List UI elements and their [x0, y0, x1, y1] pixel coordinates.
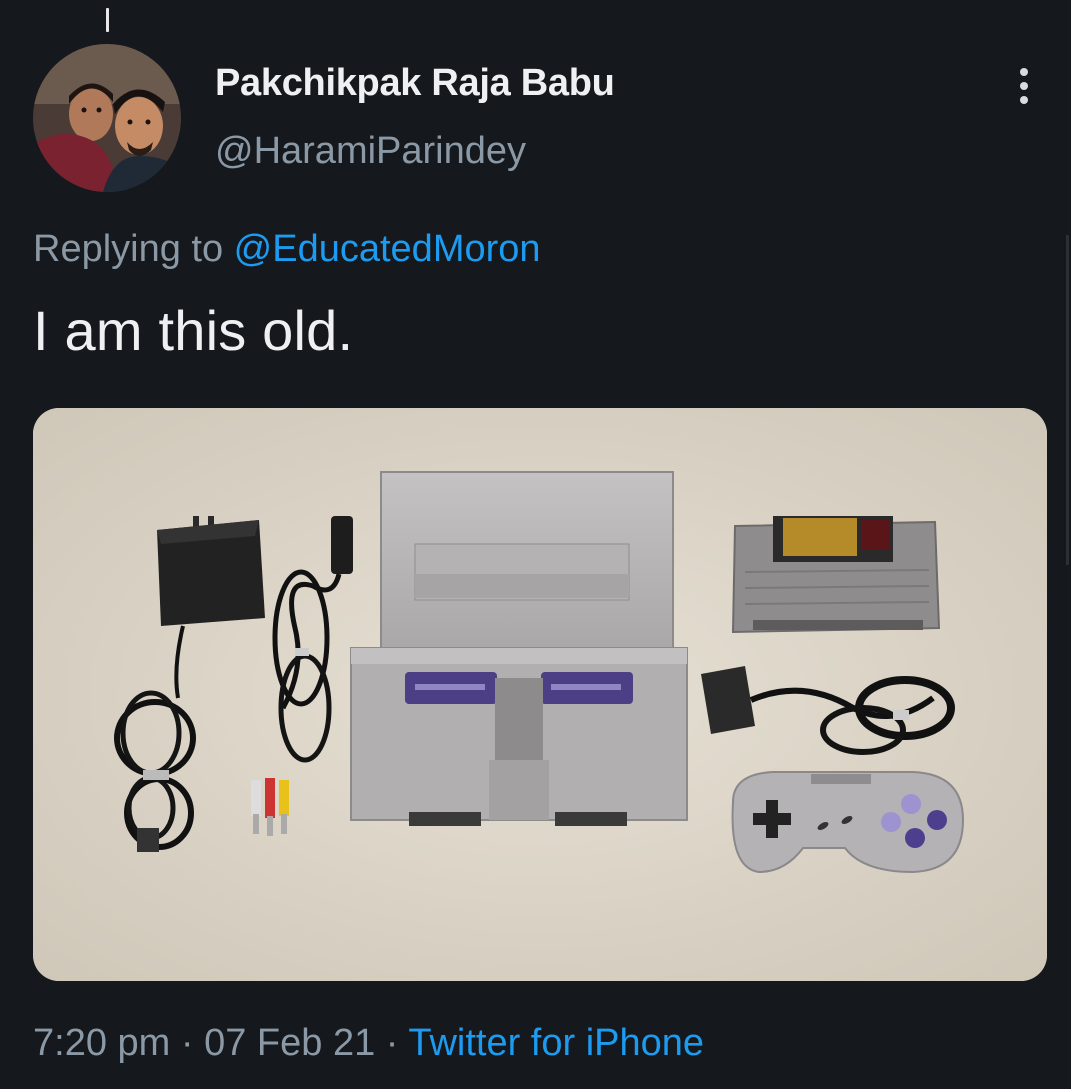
- tweet-timestamp: 7:20 pm · 07 Feb 21 · Twitter for iPhone: [33, 1022, 704, 1065]
- more-vertical-icon: [1020, 82, 1028, 90]
- tweet-date[interactable]: 07 Feb 21: [204, 1022, 375, 1064]
- tweet-source-link[interactable]: Twitter for iPhone: [408, 1022, 704, 1064]
- tweet-time[interactable]: 7:20 pm: [33, 1022, 170, 1064]
- replying-to-label: Replying to: [33, 228, 234, 270]
- display-name[interactable]: Pakchikpak Raja Babu: [215, 62, 615, 105]
- avatar[interactable]: [33, 44, 181, 192]
- user-handle[interactable]: @HaramiParindey: [215, 130, 526, 173]
- tweet-media-image[interactable]: [33, 408, 1047, 981]
- more-vertical-icon: [1020, 68, 1028, 76]
- console-photo: [33, 408, 1047, 981]
- more-options-button[interactable]: [1010, 66, 1038, 106]
- meta-separator: ·: [170, 1022, 205, 1064]
- thread-connector-line: [106, 8, 109, 32]
- game-cartridge: [731, 516, 941, 634]
- more-vertical-icon: [1020, 96, 1028, 104]
- meta-separator: ·: [375, 1022, 409, 1064]
- snes-console: [350, 471, 688, 826]
- scroll-indicator: [1066, 235, 1069, 565]
- replying-to-line: Replying to @EducatedMoron: [33, 228, 541, 271]
- tweet-text: I am this old.: [33, 299, 354, 362]
- tweet-detail-view: Pakchikpak Raja Babu @HaramiParindey Rep…: [0, 0, 1071, 1089]
- avatar-photo: [33, 44, 181, 192]
- reply-mention-link[interactable]: @EducatedMoron: [234, 228, 541, 270]
